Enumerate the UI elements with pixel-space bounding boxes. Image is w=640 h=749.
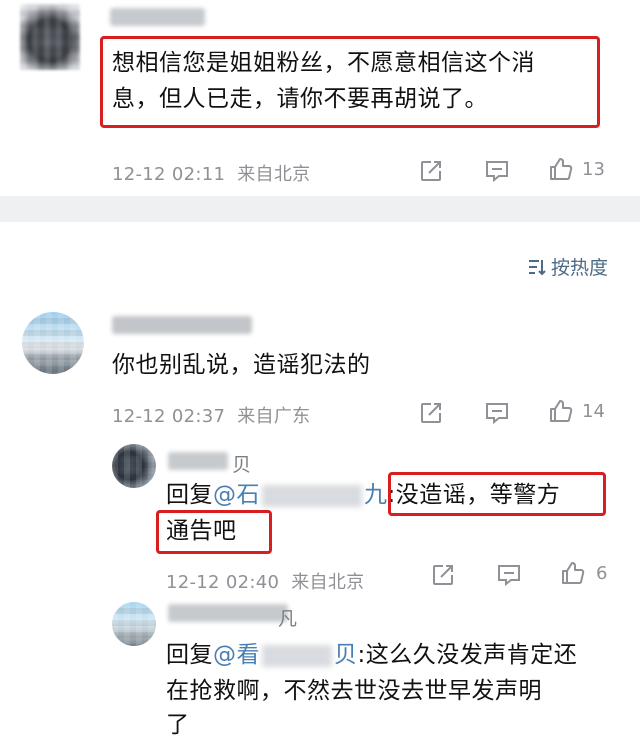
reply-text-line: 了 xyxy=(166,712,190,738)
share-icon xyxy=(418,400,444,426)
avatar[interactable] xyxy=(20,4,80,70)
like-count: 6 xyxy=(596,562,608,584)
username-blurred[interactable] xyxy=(168,604,288,622)
comment-time: 12-12 02:11 xyxy=(112,164,226,185)
comment-text: 你也别乱说，造谣犯法的 xyxy=(112,352,371,378)
avatar[interactable] xyxy=(22,312,84,374)
mention-blurred xyxy=(262,644,332,667)
comment-button[interactable] xyxy=(484,158,510,184)
comment-text-line: 息，但人已走，请你不要再胡说了。 xyxy=(112,86,488,112)
reply-meta: 12-12 02:40 来自北京 xyxy=(166,568,364,594)
thumbs-up-icon xyxy=(548,398,574,424)
reply-text: :这么久没发声肯定还 xyxy=(357,642,578,668)
username-blurred[interactable] xyxy=(112,316,252,334)
like-count: 14 xyxy=(582,400,605,422)
comment-button[interactable] xyxy=(496,562,522,588)
comment-time: 12-12 02:37 xyxy=(112,406,226,427)
mention-link-end[interactable]: 九 xyxy=(364,482,388,508)
username-blurred[interactable] xyxy=(110,8,205,26)
sort-icon xyxy=(527,257,547,277)
mention-link[interactable]: @看 xyxy=(213,642,260,668)
comment-meta: 12-12 02:11 来自北京 xyxy=(112,160,310,186)
comment-location: 来自北京 xyxy=(237,164,311,185)
sort-toggle[interactable]: 按热度 xyxy=(527,253,608,280)
section-divider xyxy=(0,196,640,222)
mention-blurred xyxy=(262,484,362,507)
avatar[interactable] xyxy=(112,602,156,646)
like-button[interactable]: 14 xyxy=(548,398,605,424)
comment-location: 来自广东 xyxy=(237,406,311,427)
comment-meta: 12-12 02:37 来自广东 xyxy=(112,402,310,428)
comment-icon xyxy=(484,158,510,184)
username-visible-part[interactable]: 贝 xyxy=(232,450,251,477)
like-count: 13 xyxy=(582,158,605,180)
share-button[interactable] xyxy=(418,400,444,426)
reply-prefix: 回复 xyxy=(166,642,213,668)
like-button[interactable]: 6 xyxy=(560,560,607,586)
reply-text-line: 在抢救啊，不然去世没去世早发声明 xyxy=(166,678,542,704)
highlight-box xyxy=(388,472,606,516)
username-visible-part[interactable]: 凡 xyxy=(278,604,297,631)
share-icon xyxy=(418,158,444,184)
thumbs-up-icon xyxy=(560,560,586,586)
thumbs-up-icon xyxy=(548,156,574,182)
sort-label: 按热度 xyxy=(550,257,608,279)
mention-link-end[interactable]: 贝 xyxy=(334,642,358,668)
reply-time: 12-12 02:40 xyxy=(166,572,280,593)
avatar[interactable] xyxy=(112,444,156,488)
comment-button[interactable] xyxy=(484,400,510,426)
comment-text-line: 想相信您是姐姐粉丝，不愿意相信这个消 xyxy=(112,50,535,76)
reply-text-line: 回复@看 贝:这么久没发声肯定还 xyxy=(166,638,577,672)
comment-icon xyxy=(484,400,510,426)
share-button[interactable] xyxy=(418,158,444,184)
share-button[interactable] xyxy=(430,562,456,588)
share-icon xyxy=(430,562,456,588)
highlight-box xyxy=(156,510,272,554)
mention-link[interactable]: @石 xyxy=(213,482,260,508)
username-blurred[interactable] xyxy=(168,452,228,470)
reply-location: 来自北京 xyxy=(291,572,365,593)
reply-prefix: 回复 xyxy=(166,482,213,508)
like-button[interactable]: 13 xyxy=(548,156,605,182)
comment-icon xyxy=(496,562,522,588)
